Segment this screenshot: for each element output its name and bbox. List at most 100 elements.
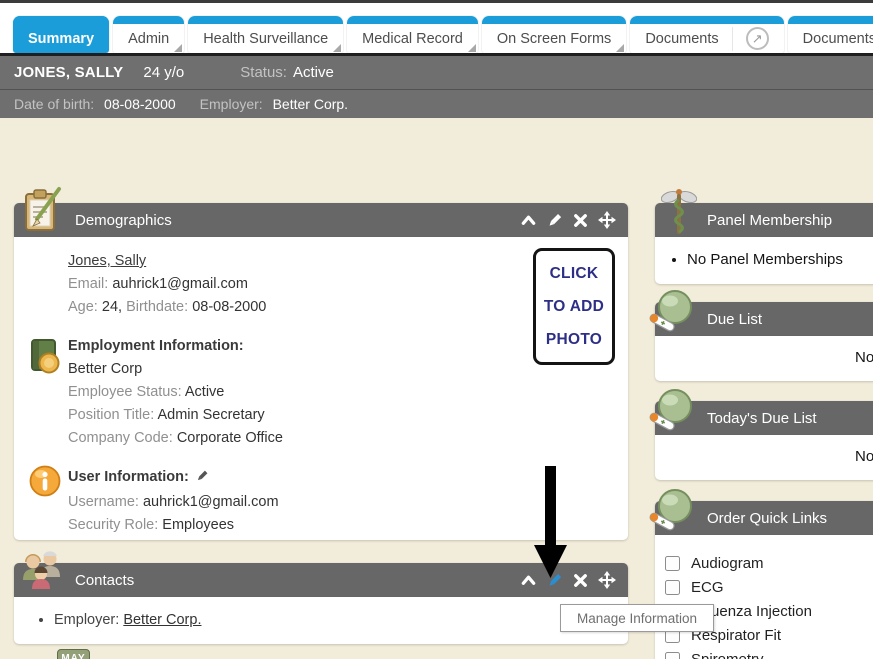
birthdate-value: 08-08-2000 — [192, 299, 266, 315]
contacts-body: Employer: Better Corp. — [14, 597, 628, 644]
tab-divider — [732, 27, 733, 51]
family-people-icon — [19, 547, 65, 598]
employee-status-value: Active — [185, 384, 225, 400]
contact-employer-label: Employer: — [54, 612, 119, 628]
order-quick-links-panel: Order Quick Links Audiogram ECG Influenz… — [655, 501, 873, 659]
age-label: Age: — [68, 299, 98, 315]
security-role-value: Employees — [162, 517, 234, 533]
app-window: Summary Admin Health Surveillance Medica… — [0, 0, 873, 659]
order-quick-links-title: Order Quick Links — [707, 510, 827, 527]
company-code-value: Corporate Office — [177, 430, 283, 446]
tab-documents-label: Documents — [645, 31, 718, 47]
photo-line-1: CLICK — [536, 257, 612, 290]
clipboard-pencil-icon — [18, 186, 64, 241]
close-x-icon[interactable] — [572, 212, 589, 229]
employer-value: Better Corp. — [273, 96, 348, 112]
employer-label: Employer: — [200, 96, 263, 112]
company-code-label: Company Code: — [68, 430, 173, 446]
no-panel-memberships-item: No Panel Memberships — [687, 249, 873, 271]
position-title-label: Position Title: — [68, 407, 154, 423]
todays-due-list-panel: Today's Due List No — [655, 401, 873, 480]
employment-book-coin-icon — [26, 337, 62, 381]
panel-membership-body: No Panel Memberships — [655, 237, 873, 284]
move-drag-icon[interactable] — [598, 211, 616, 229]
order-row-audiogram: Audiogram — [665, 551, 873, 575]
checkbox-spirometry[interactable] — [665, 652, 680, 659]
calendar-month-icon: MAY — [57, 649, 90, 659]
checkbox-audiogram[interactable] — [665, 556, 680, 571]
email-value: auhrick1@gmail.com — [112, 276, 248, 292]
patient-name: JONES, SALLY — [14, 64, 123, 81]
tab-medical-record[interactable]: Medical Record — [347, 16, 478, 53]
pointer-arrow-annotation — [533, 466, 569, 585]
tab-admin[interactable]: Admin — [113, 16, 184, 53]
tab-dropdown-fold-icon — [333, 44, 341, 52]
tab-bar: Summary Admin Health Surveillance Medica… — [0, 3, 873, 56]
order-row-ecg: ECG — [665, 575, 873, 599]
demographics-title: Demographics — [75, 212, 172, 229]
due-list-clipped-text: No — [855, 349, 873, 366]
tab-documents[interactable]: Documents ↗ — [630, 16, 783, 53]
order-label-ecg: ECG — [691, 579, 724, 596]
tab-dropdown-fold-icon — [616, 44, 624, 52]
username-value: auhrick1@gmail.com — [143, 494, 279, 510]
demographics-header[interactable]: Demographics — [14, 203, 628, 237]
info-icon — [28, 464, 62, 502]
tab-dropdown-fold-icon — [174, 44, 182, 52]
username-label: Username: — [68, 494, 139, 510]
security-role-label: Security Role: — [68, 517, 158, 533]
tab-health-surveillance[interactable]: Health Surveillance — [188, 16, 343, 53]
collapse-chevron-icon[interactable] — [520, 212, 537, 229]
todays-due-list-body: No — [655, 435, 873, 480]
external-link-icon[interactable]: ↗ — [746, 27, 769, 50]
dob-label: Date of birth: — [14, 96, 94, 112]
tab-dropdown-fold-icon — [468, 44, 476, 52]
checkbox-ecg[interactable] — [665, 580, 680, 595]
due-list-body: No — [655, 336, 873, 381]
email-label: Email: — [68, 276, 108, 292]
tab-on-screen-forms-label: On Screen Forms — [497, 31, 611, 47]
employment-company: Better Corp — [68, 361, 142, 377]
tab-health-surveillance-label: Health Surveillance — [203, 31, 328, 47]
tab-admin-label: Admin — [128, 31, 169, 47]
contacts-title: Contacts — [75, 572, 134, 589]
dob-value: 08-08-2000 — [104, 96, 176, 112]
due-list-panel: Due List No — [655, 302, 873, 381]
manage-information-tooltip: Manage Information — [560, 604, 714, 632]
tab-medical-record-label: Medical Record — [362, 31, 463, 47]
tab-summary[interactable]: Summary — [13, 16, 109, 53]
tab-documents-dv[interactable]: Documents-DV ↗ — [788, 16, 873, 53]
orb-thermometer-icon — [647, 486, 697, 539]
move-drag-icon[interactable] — [598, 571, 616, 589]
tab-summary-label: Summary — [28, 31, 94, 47]
status-label: Status: — [240, 64, 287, 81]
todays-due-list-title: Today's Due List — [707, 410, 817, 427]
patient-info-bar: Date of birth: 08-08-2000 Employer: Bett… — [0, 89, 873, 118]
todays-due-list-clipped-text: No — [855, 448, 873, 465]
tooltip-text: Manage Information — [577, 611, 697, 626]
order-label-audiogram: Audiogram — [691, 555, 764, 572]
birthdate-label: Birthdate: — [126, 299, 188, 315]
edit-pencil-icon[interactable] — [546, 212, 563, 229]
order-row-spirometry: Spirometry — [665, 647, 873, 659]
age-value: 24, — [102, 299, 122, 315]
close-x-icon[interactable] — [572, 572, 589, 589]
position-title-value: Admin Secretary — [157, 407, 264, 423]
panel-membership-title: Panel Membership — [707, 212, 832, 229]
add-photo-placeholder[interactable]: CLICK TO ADD PHOTO — [533, 248, 615, 365]
photo-line-3: PHOTO — [536, 323, 612, 356]
employee-status-label: Employee Status: — [68, 384, 182, 400]
contact-employer-item: Employer: Better Corp. — [54, 609, 628, 631]
tab-documents-dv-label: Documents-DV — [803, 31, 873, 47]
user-info-edit-pencil-icon[interactable] — [195, 468, 209, 491]
panel-membership-panel: Panel Membership No Panel Memberships — [655, 203, 873, 284]
caduceus-icon — [661, 186, 697, 243]
orb-thermometer-icon — [647, 287, 697, 340]
patient-summary-bar: JONES, SALLY 24 y/o Status: Active — [0, 56, 873, 89]
orb-thermometer-icon — [647, 386, 697, 439]
contact-employer-link[interactable]: Better Corp. — [123, 612, 201, 628]
due-list-title: Due List — [707, 311, 762, 328]
order-quick-links-body: Audiogram ECG Influenza Injection Respir… — [655, 535, 873, 659]
patient-name-link[interactable]: Jones, Sally — [68, 253, 146, 269]
tab-on-screen-forms[interactable]: On Screen Forms — [482, 16, 626, 53]
